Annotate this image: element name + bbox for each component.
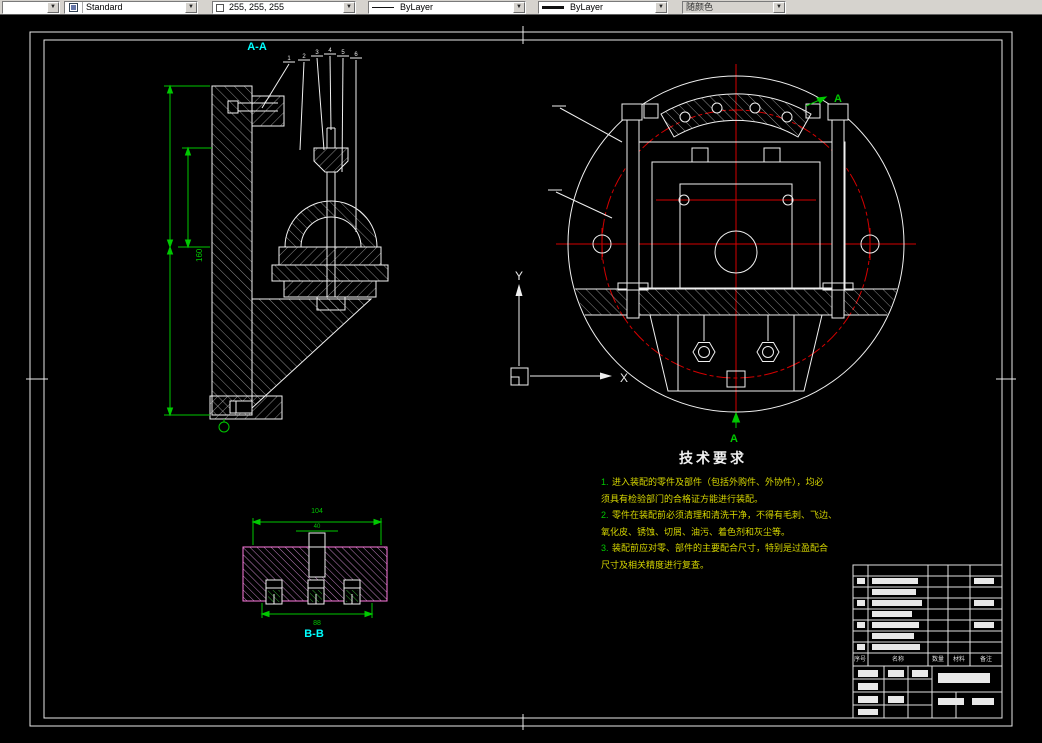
cutting-plane-marks (731, 96, 828, 428)
lineweight-combo-value: ByLayer (570, 2, 604, 12)
svg-text:氧化皮、锈蚀、切屑、油污、着色剂和灰尘等。: 氧化皮、锈蚀、切屑、油污、着色剂和灰尘等。 (601, 526, 790, 537)
svg-text:1.: 1. (601, 477, 609, 487)
style-combo[interactable]: Standard ▼ (64, 1, 198, 14)
top-view: A A (548, 64, 916, 445)
section-label-bb: B-B (304, 628, 324, 640)
cut-arrow-label-bottom: A (730, 433, 738, 445)
svg-text:尺寸及相关精度进行复查。: 尺寸及相关精度进行复查。 (601, 559, 709, 570)
svg-text:须具有检验部门的合格证方能进行装配。: 须具有检验部门的合格证方能进行装配。 (601, 493, 763, 504)
ucs-x-label: X (620, 371, 628, 385)
style-icon (65, 2, 83, 13)
color-combo[interactable]: 255, 255, 255 ▼ (212, 1, 356, 14)
dim-text-bb-bottom: 88 (313, 620, 321, 627)
layer-combo-arrow-icon[interactable]: ▼ (47, 2, 59, 13)
svg-text:零件在装配前必须清理和清洗干净，不得有毛刺、飞边、: 零件在装配前必须清理和清洗干净，不得有毛刺、飞边、 (612, 509, 837, 520)
section-label-aa: A-A (247, 41, 267, 53)
cut-arrow-label-top: A (834, 93, 842, 105)
dim-text-bb-width: 104 (311, 508, 323, 515)
linetype-combo-value: ByLayer (400, 2, 434, 12)
svg-text:进入装配的零件及部件（包括外购件、外协件），均必: 进入装配的零件及部件（包括外购件、外协件），均必 (612, 476, 824, 487)
svg-text:装配前应对零、部件的主要配合尺寸，特别是过盈配合: 装配前应对零、部件的主要配合尺寸，特别是过盈配合 (612, 542, 828, 553)
svg-text:4: 4 (328, 48, 332, 54)
linetype-combo[interactable]: ByLayer ▼ (368, 1, 526, 14)
svg-text:序号: 序号 (854, 655, 866, 663)
svg-text:材料: 材料 (953, 655, 965, 663)
svg-text:6: 6 (354, 52, 358, 58)
lineweight-combo-arrow-icon[interactable]: ▼ (655, 2, 667, 13)
plotstyle-combo-arrow-icon: ▼ (773, 2, 785, 13)
ucs-icon: Y X (510, 269, 628, 386)
dim-text-bb-inner: 40 (314, 524, 321, 530)
title-block: 序号 名称 数量 材料 备注 (852, 564, 1003, 719)
section-view-bb: 104 40 88 B-B (242, 508, 388, 640)
style-combo-arrow-icon[interactable]: ▼ (185, 2, 197, 13)
ucs-y-label: Y (515, 269, 523, 283)
bom-headers: 序号 名称 数量 材料 备注 (854, 655, 992, 663)
svg-text:5: 5 (341, 50, 345, 56)
svg-text:数量: 数量 (932, 655, 944, 663)
color-combo-value: 255, 255, 255 (229, 2, 285, 12)
tech-requirements-title: 技术要求 (679, 450, 747, 466)
layer-combo[interactable]: ▼ (2, 1, 60, 14)
svg-text:名称: 名称 (892, 655, 904, 663)
lineweight-sample-icon (542, 6, 564, 9)
svg-text:3.: 3. (601, 543, 609, 553)
title-block-text-blobs (857, 578, 994, 715)
lineweight-combo[interactable]: ByLayer ▼ (538, 1, 668, 14)
linetype-sample-icon (372, 7, 394, 8)
svg-text:2.: 2. (601, 510, 609, 520)
balloon-numbers: 1 2 3 4 5 6 (287, 48, 358, 62)
plotstyle-combo-value: 随颜色 (686, 2, 714, 12)
color-combo-arrow-icon[interactable]: ▼ (343, 2, 355, 13)
color-swatch-icon (216, 3, 224, 12)
drawing-canvas[interactable]: 1 2 3 4 5 6 160 A-A A A Y X 技术要求 1. 进入装配… (0, 0, 1042, 743)
svg-text:1: 1 (287, 56, 291, 62)
tech-requirements: 技术要求 1. 进入装配的零件及部件（包括外购件、外协件），均必 须具有检验部门… (601, 450, 837, 570)
section-view-aa: 1 2 3 4 5 6 160 A-A (164, 41, 389, 433)
style-combo-value: Standard (86, 2, 123, 12)
svg-text:2: 2 (302, 54, 306, 60)
dim-text-height: 160 (195, 248, 204, 262)
plotstyle-combo: 随颜色 ▼ (682, 1, 786, 14)
svg-text:3: 3 (315, 50, 319, 56)
svg-text:备注: 备注 (980, 655, 992, 663)
linetype-combo-arrow-icon[interactable]: ▼ (513, 2, 525, 13)
properties-toolbar: ▼ Standard ▼ 255, 255, 255 ▼ ByLayer ▼ B… (0, 0, 1042, 15)
